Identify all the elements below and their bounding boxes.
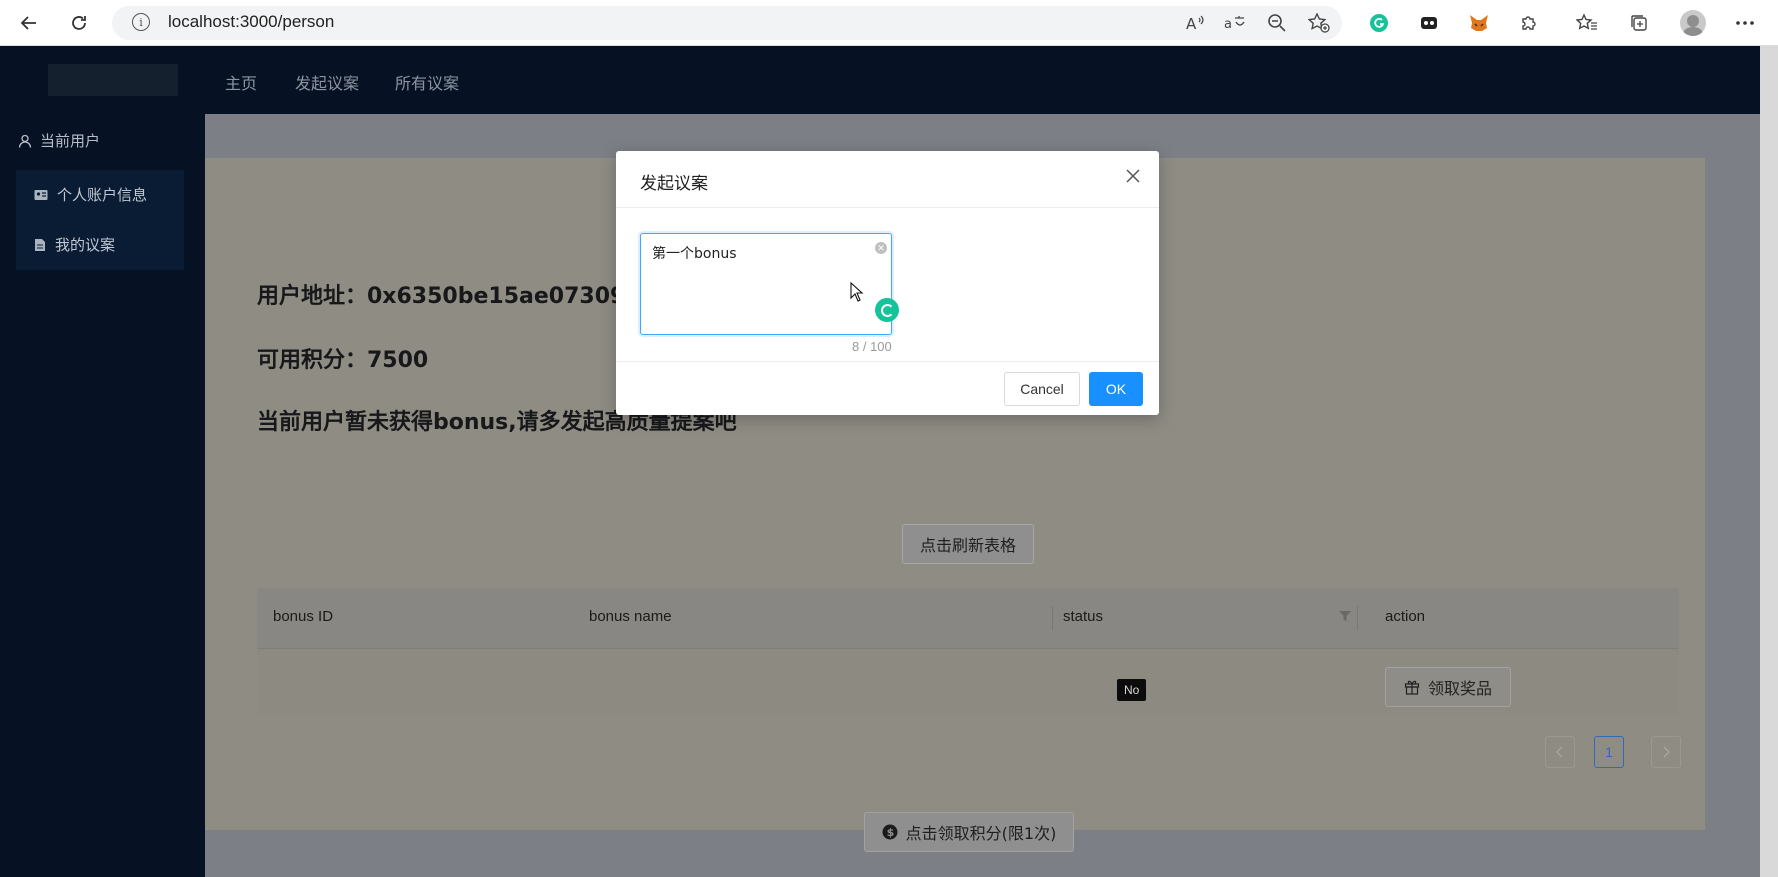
filter-icon[interactable]	[1339, 610, 1351, 622]
close-icon[interactable]	[1124, 167, 1142, 185]
sidebar-item-my-proposals[interactable]: 我的议案	[34, 234, 115, 255]
claim-points-button[interactable]: $ 点击领取积分(限1次)	[864, 812, 1074, 852]
column-bonus-id: bonus ID	[273, 608, 334, 625]
next-page-button[interactable]	[1651, 736, 1681, 768]
logo	[48, 64, 178, 96]
refresh-table-button[interactable]: 点击刷新表格	[902, 524, 1034, 564]
chevron-right-icon	[1663, 746, 1670, 758]
read-aloud-icon[interactable]: A	[1182, 10, 1208, 36]
sidebar-item-account-info[interactable]: 个人账户信息	[34, 184, 147, 205]
page-1-button[interactable]: 1	[1594, 736, 1624, 768]
cancel-button[interactable]: Cancel	[1004, 372, 1080, 406]
id-card-icon	[34, 189, 48, 200]
ok-button[interactable]: OK	[1089, 372, 1143, 406]
char-counter: 8 / 100	[852, 339, 892, 354]
page-scrollbar[interactable]	[1760, 46, 1778, 877]
collections-icon[interactable]	[1626, 10, 1652, 36]
sidebar-current-user[interactable]: 当前用户	[18, 130, 100, 151]
metamask-fox-icon[interactable]	[1466, 10, 1492, 36]
add-favorite-icon[interactable]	[1306, 10, 1332, 36]
extensions-puzzle-icon[interactable]	[1516, 10, 1542, 36]
sidebar-item-label: 个人账户信息	[57, 187, 148, 204]
chevron-left-icon	[1556, 746, 1563, 758]
svg-text:A: A	[1186, 15, 1197, 32]
site-info-icon[interactable]: i	[132, 13, 150, 31]
prev-page-button[interactable]	[1545, 736, 1575, 768]
mouse-cursor-icon	[850, 282, 864, 302]
back-icon[interactable]	[14, 8, 44, 38]
create-proposal-modal: 发起议案 第一个bonus ✕ 8 / 100 Cancel OK	[616, 151, 1159, 415]
sidebar-item-label: 我的议案	[55, 237, 116, 254]
column-divider	[1052, 606, 1053, 630]
grammarly-icon[interactable]	[875, 298, 899, 322]
sidebar: 当前用户 个人账户信息 我的议案	[0, 114, 205, 877]
app-header: 主页 发起议案 所有议案	[0, 46, 1778, 114]
clear-input-icon[interactable]: ✕	[875, 242, 887, 254]
column-status: status	[1063, 608, 1104, 625]
url-text[interactable]: localhost:3000/person	[168, 12, 334, 32]
file-icon	[35, 238, 45, 251]
sidebar-submenu: 个人账户信息 我的议案	[16, 170, 184, 270]
profile-avatar[interactable]	[1680, 10, 1706, 36]
column-action: action	[1385, 608, 1426, 625]
status-badge: No	[1117, 679, 1147, 701]
refresh-icon[interactable]	[64, 8, 94, 38]
zoom-out-icon[interactable]	[1264, 10, 1290, 36]
modal-divider	[616, 361, 1159, 362]
grammarly-extension-icon[interactable]	[1366, 10, 1392, 36]
column-bonus-name: bonus name	[589, 608, 672, 625]
sidebar-current-user-label: 当前用户	[40, 133, 101, 150]
user-icon	[18, 134, 32, 148]
claim-points-label: 点击领取积分(限1次)	[905, 824, 1057, 843]
nav-all-proposals[interactable]: 所有议案	[395, 70, 459, 94]
claim-prize-label: 领取奖品	[1427, 679, 1492, 698]
translate-icon[interactable]: a	[1222, 10, 1248, 36]
proposal-textarea-value: 第一个bonus	[652, 246, 737, 262]
dollar-circle-icon: $	[882, 824, 898, 840]
favorites-icon[interactable]	[1574, 10, 1600, 36]
gift-icon	[1404, 680, 1420, 695]
svg-text:a: a	[1224, 17, 1232, 32]
nav-create-proposal[interactable]: 发起议案	[295, 70, 359, 94]
claim-prize-button[interactable]: 领取奖品	[1385, 667, 1511, 707]
table-row: No 领取奖品	[257, 648, 1679, 716]
user-address: 用户地址：0x6350be15ae07309	[257, 284, 626, 309]
modal-divider	[616, 207, 1159, 208]
svg-text:$: $	[886, 826, 894, 839]
modal-title: 发起议案	[640, 174, 708, 194]
available-points: 可用积分：7500	[257, 348, 429, 373]
browser-toolbar: i localhost:3000/person A a	[0, 0, 1778, 46]
nav-home[interactable]: 主页	[225, 70, 257, 94]
more-options-icon[interactable]	[1732, 10, 1758, 36]
extension-icon[interactable]	[1416, 10, 1442, 36]
column-divider	[1357, 606, 1358, 630]
table-header: bonus ID bonus name status action	[257, 588, 1679, 648]
